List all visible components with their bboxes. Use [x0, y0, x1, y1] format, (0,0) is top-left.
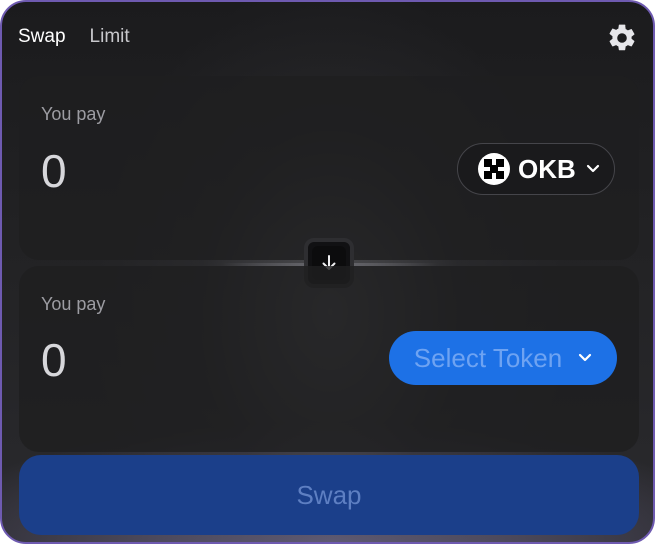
receive-panel: You pay Select Token: [19, 266, 639, 452]
select-token-label: Select Token: [413, 342, 563, 373]
swap-submit-button[interactable]: Swap: [19, 455, 639, 535]
token-select-okb-button[interactable]: OKB: [457, 143, 615, 195]
swap-submit-label: Swap: [296, 479, 362, 510]
chevron-down-icon: [579, 353, 592, 362]
swap-widget: Swap Limit You pay OKB: [0, 0, 655, 544]
gear-icon[interactable]: [606, 22, 638, 54]
token-symbol: OKB: [518, 153, 576, 184]
select-token-button[interactable]: Select Token: [389, 331, 617, 385]
mode-tabs: Swap Limit: [18, 26, 130, 48]
okb-logo-icon: [478, 153, 510, 185]
chevron-down-icon: [586, 164, 599, 173]
pay-panel: You pay OKB: [19, 76, 639, 260]
receive-label: You pay: [41, 294, 106, 314]
receive-amount-input[interactable]: [41, 333, 341, 387]
tab-limit[interactable]: Limit: [90, 26, 130, 48]
pay-label: You pay: [41, 104, 106, 124]
pay-amount-input[interactable]: [41, 144, 341, 198]
tab-swap[interactable]: Swap: [18, 26, 66, 48]
